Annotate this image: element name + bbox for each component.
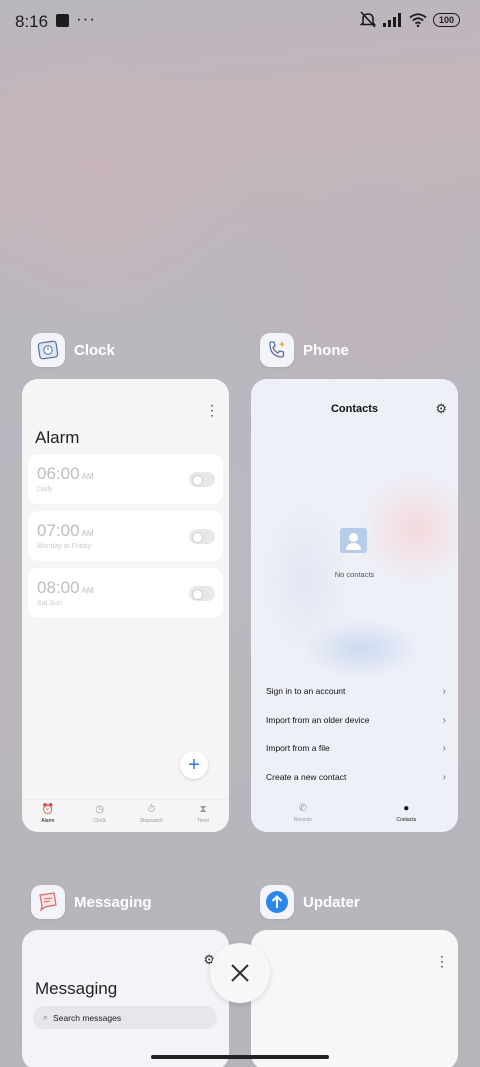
contact-placeholder-icon	[340, 528, 367, 553]
updater-app-icon	[260, 885, 294, 919]
nav-tab-contacts[interactable]: ● Contacts	[355, 799, 459, 832]
app-name-clock: Clock	[74, 341, 115, 359]
option-import-older-device[interactable]: Import from an older device ›	[266, 715, 446, 726]
empty-state-text: No contacts	[334, 570, 375, 579]
mute-bell-icon	[359, 11, 377, 28]
chevron-right-icon: ›	[442, 686, 446, 697]
clear-all-button[interactable]	[210, 943, 270, 1003]
status-bar: 8:16 ··· 100	[0, 0, 480, 44]
chevron-right-icon: ›	[442, 715, 446, 726]
alarm-page-title: Alarm	[35, 428, 80, 447]
status-icons: 100	[359, 11, 460, 28]
nav-label: Timer	[196, 818, 210, 824]
clock-app-icon	[31, 333, 65, 367]
alarm-time: 07:00 AM	[37, 521, 94, 540]
alarm-toggle[interactable]	[189, 472, 215, 487]
alarm-repeat: Monday to Friday	[37, 543, 92, 550]
more-options-icon[interactable]: ⋮	[435, 954, 449, 968]
nav-label: Contacts	[396, 817, 417, 823]
phone-bottom-nav: ✆ Recents ● Contacts	[251, 799, 458, 832]
phone-app-icon	[260, 333, 294, 367]
phone-app-card[interactable]: Contacts ⚙ No contacts Sign in to an acc…	[251, 379, 458, 832]
option-label: Create a new contact	[266, 772, 347, 782]
alarm-row[interactable]: 07:00 AM Monday to Friday	[28, 511, 223, 561]
messaging-app-card[interactable]: ⚙ Messaging ⌕ Search messages	[22, 930, 229, 1067]
option-import-file[interactable]: Import from a file ›	[266, 743, 446, 754]
home-indicator[interactable]	[151, 1055, 329, 1059]
more-notifications-icon: ···	[76, 9, 96, 28]
search-placeholder: Search messages	[53, 1012, 122, 1023]
clock-bottom-nav: ⏰ Alarm ◷ Clock ⏱ Stopwatch ⧗ Timer	[22, 799, 229, 832]
alarm-icon: ⏰	[41, 804, 55, 815]
clock-app-card[interactable]: ⋮ Alarm 06:00 AM Daily 07:00 AM Monday to …	[22, 379, 229, 832]
add-alarm-button[interactable]: +	[180, 751, 208, 779]
nav-tab-recents[interactable]: ✆ Recents	[251, 799, 355, 832]
nav-tab-stopwatch[interactable]: ⏱ Stopwatch	[126, 800, 178, 832]
alarm-time: 08:00 AM	[37, 578, 94, 597]
stopwatch-icon: ⏱	[147, 804, 156, 815]
chevron-right-icon: ›	[442, 743, 446, 754]
app-name-messaging: Messaging	[74, 893, 152, 911]
option-label: Import from an older device	[266, 715, 370, 725]
battery-icon: 100	[433, 12, 460, 27]
status-time: 8:16	[15, 12, 49, 31]
alarm-time: 06:00 AM	[37, 464, 94, 483]
hourglass-icon: ⧗	[199, 804, 207, 815]
alarm-toggle[interactable]	[189, 529, 215, 544]
search-messages-input[interactable]: ⌕ Search messages	[33, 1006, 217, 1029]
app-header-messaging[interactable]: Messaging	[31, 885, 152, 919]
nav-label: Recents	[293, 817, 312, 823]
alarm-toggle[interactable]	[189, 586, 215, 601]
nav-tab-clock[interactable]: ◷ Clock	[74, 800, 126, 832]
signal-icon	[383, 12, 401, 27]
nav-label: Alarm	[41, 818, 55, 824]
messaging-page-title: Messaging	[35, 979, 118, 998]
app-name-updater: Updater	[303, 893, 360, 911]
contacts-page-title: Contacts	[330, 403, 379, 415]
option-label: Import from a file	[266, 743, 330, 753]
updater-app-card[interactable]: ⋮	[251, 930, 458, 1067]
app-header-phone[interactable]: Phone	[260, 333, 349, 367]
nav-tab-timer[interactable]: ⧗ Timer	[177, 800, 229, 832]
messaging-app-icon	[31, 885, 65, 919]
illustration-rain	[261, 499, 351, 659]
nav-label: Clock	[93, 818, 106, 824]
chevron-right-icon: ›	[442, 772, 446, 783]
option-label: Sign in to an account	[266, 686, 346, 696]
notification-icon	[56, 14, 69, 27]
alarm-row[interactable]: 08:00 AM Sat Sun	[28, 568, 223, 618]
person-icon: ●	[403, 803, 410, 814]
app-name-phone: Phone	[303, 341, 349, 359]
option-sign-in[interactable]: Sign in to an account ›	[266, 686, 446, 697]
wifi-icon	[409, 12, 427, 27]
option-create-contact[interactable]: Create a new contact ›	[266, 772, 446, 783]
close-icon	[231, 964, 249, 982]
alarm-repeat: Sat Sun	[37, 600, 62, 607]
gear-icon[interactable]: ⚙	[435, 401, 447, 417]
phone-icon: ✆	[298, 803, 307, 814]
app-header-clock[interactable]: Clock	[31, 333, 115, 367]
nav-tab-alarm[interactable]: ⏰ Alarm	[22, 800, 74, 832]
nav-label: Stopwatch	[139, 818, 164, 824]
more-options-icon[interactable]: ⋮	[205, 403, 219, 417]
clock-icon: ◷	[95, 804, 104, 815]
search-icon: ⌕	[43, 1012, 49, 1022]
alarm-row[interactable]: 06:00 AM Daily	[28, 454, 223, 504]
app-header-updater[interactable]: Updater	[260, 885, 360, 919]
alarm-repeat: Daily	[37, 486, 53, 493]
